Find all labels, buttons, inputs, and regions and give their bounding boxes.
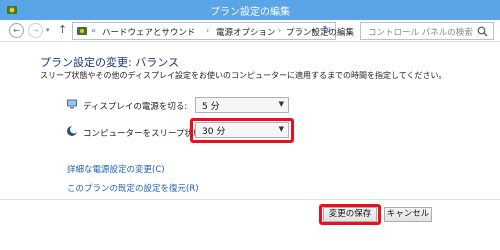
- breadcrumb-power-options[interactable]: 電源オプション: [216, 26, 276, 38]
- advanced-power-settings-link[interactable]: 詳細な電源設定の変更(C): [67, 163, 165, 175]
- forward-button[interactable]: →: [28, 23, 43, 38]
- window-title: プラン設定の編集: [210, 7, 290, 18]
- search-input[interactable]: コントロール パネルの検索: [360, 22, 494, 40]
- address-field[interactable]: « ハードウェアとサウンド › 電源オプション › プラン設定の編集 ▾ ↻: [72, 22, 354, 40]
- breadcrumb-hardware-and-sound[interactable]: ハードウェアとサウンド: [102, 26, 195, 38]
- arrow-left-icon: ←: [13, 26, 20, 35]
- page-title: プラン設定の変更: バランス: [40, 56, 179, 69]
- footer-divider: [0, 199, 500, 200]
- arrow-right-icon: →: [32, 26, 39, 35]
- control-panel-icon: [77, 27, 87, 35]
- save-button[interactable]: 変更の保存: [323, 207, 377, 222]
- breadcrumb-edit-plan-settings[interactable]: プラン設定の編集: [286, 26, 354, 38]
- navigation-bar: ← → ▾ ↑ « ハードウェアとサウンド › 電源オプション › プラン設定の…: [0, 20, 500, 42]
- sleep-select[interactable]: 30 分 ▼: [195, 122, 289, 138]
- refresh-icon[interactable]: ↻: [323, 25, 331, 36]
- up-arrow-icon[interactable]: ↑: [58, 23, 67, 36]
- recent-locations-chevron-icon[interactable]: ▾: [46, 26, 50, 34]
- display-off-value: 5 分: [202, 102, 220, 112]
- search-placeholder: コントロール パネルの検索: [368, 28, 473, 38]
- address-dropdown-icon[interactable]: ▾: [311, 27, 315, 35]
- search-icon[interactable]: [477, 26, 488, 37]
- chevron-down-icon: ▼: [278, 125, 284, 133]
- cancel-button[interactable]: キャンセル: [384, 207, 432, 222]
- back-button[interactable]: ←: [9, 23, 24, 38]
- breadcrumb-separator[interactable]: ›: [206, 26, 209, 35]
- sleep-moon-icon: [67, 125, 78, 136]
- page-description: スリープ状態やその他のディスプレイ設定をお使いのコンピューターに適用するまでの時…: [40, 71, 447, 80]
- display-off-select[interactable]: 5 分 ▼: [195, 97, 289, 113]
- display-off-label: ディスプレイの電源を切る:: [83, 102, 188, 112]
- sleep-value: 30 分: [202, 127, 226, 137]
- title-bar: プラン設定の編集: [0, 0, 500, 20]
- restore-defaults-link[interactable]: このプランの既定の設定を復元(R): [67, 182, 199, 194]
- monitor-icon: [67, 99, 77, 109]
- address-overflow-chevron[interactable]: «: [91, 26, 96, 35]
- chevron-down-icon: ▼: [278, 100, 284, 108]
- breadcrumb-separator[interactable]: ›: [278, 26, 281, 35]
